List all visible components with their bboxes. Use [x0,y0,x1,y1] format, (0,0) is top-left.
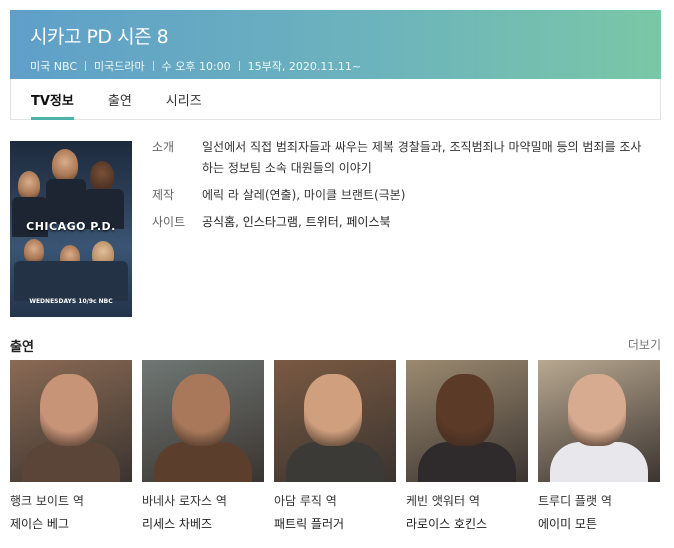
production-text[interactable]: 에릭 라 살레(연출), 마이클 브랜트(극본) [202,185,642,206]
cast-photo-torso [418,442,516,482]
link-separator: , [297,215,306,229]
cast-photo-torso [154,442,252,482]
poster-figure [46,179,86,224]
intro-text: 일선에서 직접 범죄자들과 싸우는 제복 경찰들과, 조직범죄나 마약밀매 등의… [202,140,642,175]
cast-photo[interactable] [10,360,132,482]
meta-divider [238,61,240,71]
link-twitter[interactable]: 트위터 [306,215,339,229]
tab-cast[interactable]: 출연 [108,79,132,119]
poster-airtime: WEDNESDAYS 10/9c NBC [29,298,113,305]
cast-actor[interactable]: 라로이스 호킨스 [406,515,528,532]
airtime: 수 오후 10:00 [161,60,231,73]
program-poster[interactable]: CHICAGO P.D. WEDNESDAYS 10/9c NBC [10,141,132,317]
cast-photo[interactable] [406,360,528,482]
cast-photo-head [40,374,98,446]
program-meta: 미국 NBC 미국드라마 수 오후 10:00 15부작, 2020.11.11… [30,58,641,74]
tab-series[interactable]: 시리즈 [166,79,202,119]
cast-character[interactable]: 트루디 플랫 역 [538,492,660,509]
genre: 미국드라마 [94,60,145,73]
meta-divider [85,61,86,71]
poster-face [24,239,44,263]
cast-section-header: 출연 더보기 [10,336,661,355]
cast-actor[interactable]: 제이슨 베그 [10,515,132,532]
program-header: 시카고 PD 시즌 8 미국 NBC 미국드라마 수 오후 10:00 15부작… [10,10,661,79]
intro-label: 소개 [152,140,175,154]
info-site: 사이트 공식홈, 인스타그램, 트위터, 페이스북 [152,212,642,233]
cast-actor[interactable]: 리세스 차베즈 [142,515,264,532]
cast-actor[interactable]: 에이미 모튼 [538,515,660,532]
cast-photo-head [568,374,626,446]
cast-photo[interactable] [538,360,660,482]
cast-card[interactable]: 행크 보이트 역 제이슨 베그 [10,360,132,532]
cast-card[interactable]: 케빈 앳워터 역 라로이스 호킨스 [406,360,528,532]
cast-character[interactable]: 케빈 앳워터 역 [406,492,528,509]
cast-character[interactable]: 바네사 로자스 역 [142,492,264,509]
cast-actor[interactable]: 패트릭 플러거 [274,515,396,532]
link-instagram[interactable]: 인스타그램 [243,215,298,229]
tab-tv-info[interactable]: TV정보 [31,79,74,120]
cast-section-title: 출연 [10,340,34,355]
cast-photo-torso [22,442,120,482]
program-title[interactable]: 시카고 PD 시즌 8 [30,22,641,49]
cast-card[interactable]: 바네사 로자스 역 리세스 차베즈 [142,360,264,532]
link-separator: , [235,215,243,229]
broadcaster: 미국 NBC [30,60,77,73]
cast-photo[interactable] [274,360,396,482]
cast-photo-head [172,374,230,446]
poster-figure [14,261,128,301]
link-official-home[interactable]: 공식홈 [202,215,235,229]
cast-photo[interactable] [142,360,264,482]
more-link[interactable]: 더보기 [628,336,661,355]
meta-divider [152,61,154,71]
cast-photo-torso [550,442,648,482]
poster-face [52,149,78,181]
cast-photo-head [436,374,494,446]
poster-face [18,171,40,199]
cast-character[interactable]: 아담 루직 역 [274,492,396,509]
tab-bar: TV정보 출연 시리즈 [10,79,661,120]
cast-character[interactable]: 행크 보이트 역 [10,492,132,509]
poster-face [90,161,114,191]
cast-card[interactable]: 트루디 플랫 역 에이미 모튼 [538,360,660,532]
production-label: 제작 [152,188,175,202]
cast-list: 행크 보이트 역 제이슨 베그 바네사 로자스 역 리세스 차베즈 아담 루직 … [10,360,660,532]
episode-info: 15부작, 2020.11.11~ [247,60,362,73]
poster-title: CHICAGO P.D. [26,220,116,233]
cast-photo-head [304,374,362,446]
info-intro: 소개 일선에서 직접 범죄자들과 싸우는 제복 경찰들과, 조직범죄나 마약밀매… [152,137,642,179]
site-label: 사이트 [152,215,186,229]
cast-card[interactable]: 아담 루직 역 패트릭 플러거 [274,360,396,532]
site-links: 공식홈, 인스타그램, 트위터, 페이스북 [202,212,642,233]
link-facebook[interactable]: 페이스북 [346,215,390,229]
cast-photo-torso [286,442,384,482]
info-production: 제작 에릭 라 살레(연출), 마이클 브랜트(극본) [152,185,642,206]
program-info: 소개 일선에서 직접 범죄자들과 싸우는 제복 경찰들과, 조직범죄나 마약밀매… [152,137,642,239]
